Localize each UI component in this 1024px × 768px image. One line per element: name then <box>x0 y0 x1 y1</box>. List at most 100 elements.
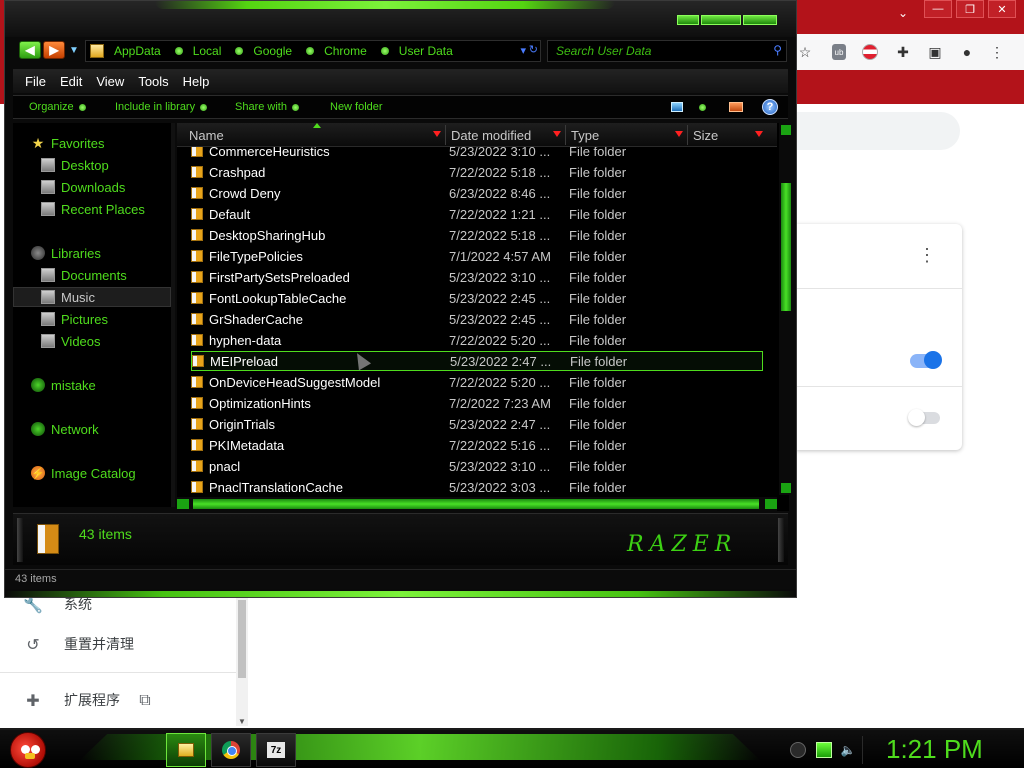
table-row[interactable]: Crowd Deny 6/23/2022 8:46 ... File folder <box>191 183 763 203</box>
pane-splitter[interactable] <box>171 123 175 507</box>
column-filter-arrow-icon[interactable] <box>553 131 561 137</box>
column-separator[interactable] <box>445 125 446 145</box>
breadcrumb-user-data[interactable]: User Data <box>399 44 453 58</box>
table-row[interactable]: Crashpad 7/22/2022 5:18 ... File folder <box>191 162 763 182</box>
sidebar-item-reset[interactable]: ↺ 重置并清理 <box>22 632 134 656</box>
column-header-date[interactable]: Date modified <box>451 128 531 143</box>
maximize-button[interactable] <box>701 15 741 25</box>
flag-extension-icon[interactable] <box>862 44 878 60</box>
breadcrumb-separator-icon[interactable] <box>174 47 183 55</box>
change-view-icon[interactable] <box>671 102 683 112</box>
breadcrumb-chrome[interactable]: Chrome <box>324 44 367 58</box>
bookmark-star-icon[interactable]: ☆ <box>796 43 814 61</box>
settings-search-bar[interactable] <box>796 112 960 150</box>
table-row[interactable]: OptimizationHints 7/2/2022 7:23 AM File fo… <box>191 393 763 413</box>
extensions-puzzle-icon[interactable]: ✚ <box>894 43 912 61</box>
menu-view[interactable]: View <box>96 74 124 89</box>
sidebar-scrollbar[interactable]: ▼ <box>236 598 248 726</box>
ublock-extension-icon[interactable]: ub <box>832 44 846 60</box>
table-row[interactable]: hyphen-data 7/22/2022 5:20 ... File folder <box>191 330 763 350</box>
breadcrumb-local[interactable]: Local <box>193 44 222 58</box>
scroll-down-arrow-icon[interactable]: ▼ <box>238 717 246 726</box>
column-filter-arrow-icon[interactable] <box>755 131 763 137</box>
menu-edit[interactable]: Edit <box>60 74 82 89</box>
volume-icon[interactable]: 🔈 <box>840 742 856 758</box>
column-header-size[interactable]: Size <box>693 128 718 143</box>
preview-pane-icon[interactable] <box>729 102 743 112</box>
scroll-up-arrow-icon[interactable] <box>781 125 791 135</box>
back-button[interactable]: ◀ <box>19 41 41 59</box>
nav-network[interactable]: Network <box>31 419 99 439</box>
recent-locations-chevron-icon[interactable]: ▼ <box>69 45 79 56</box>
table-row[interactable]: DesktopSharingHub 7/22/2022 5:18 ... File … <box>191 225 763 245</box>
address-bar[interactable]: AppData Local Google Chrome User Data ▾ … <box>85 40 541 62</box>
address-dropdown-icon[interactable]: ▾ <box>520 44 526 57</box>
breadcrumb-google[interactable]: Google <box>253 44 292 58</box>
nav-music[interactable]: Music <box>13 287 171 307</box>
breadcrumb-separator-icon[interactable] <box>235 47 244 55</box>
table-row[interactable]: PnaclTranslationCache 5/23/2022 3:03 ... F… <box>191 477 763 495</box>
taskbar-explorer[interactable] <box>166 733 206 767</box>
search-icon[interactable]: ⚲ <box>773 43 782 57</box>
column-header-name[interactable]: Name <box>189 128 224 143</box>
new-folder-button[interactable]: New folder <box>330 101 383 113</box>
table-row[interactable]: PKIMetadata 7/22/2022 5:16 ... File folder <box>191 435 763 455</box>
close-button[interactable]: ✕ <box>988 0 1016 18</box>
close-button[interactable] <box>743 15 777 25</box>
nav-mistake[interactable]: mistake <box>31 375 96 395</box>
explorer-titlebar[interactable] <box>5 1 796 37</box>
taskbar-chrome[interactable] <box>211 733 251 767</box>
include-in-library-button[interactable]: Include in library <box>115 101 208 113</box>
table-row[interactable]: FontLookupTableCache 5/23/2022 2:45 ... Fi… <box>191 288 763 308</box>
nav-desktop[interactable]: Desktop <box>41 155 109 175</box>
table-row[interactable]: FileTypePolicies 7/1/2022 4:57 AM File fol… <box>191 246 763 266</box>
column-header-type[interactable]: Type <box>571 128 599 143</box>
network-tray-icon[interactable] <box>816 742 832 758</box>
table-row[interactable]: OnDeviceHeadSuggestModel 7/22/2022 5:20 .… <box>191 372 763 392</box>
table-row[interactable]: pnacl 5/23/2022 3:10 ... File folder <box>191 456 763 476</box>
table-row[interactable]: CommerceHeuristics 5/23/2022 3:10 ... File… <box>191 147 763 161</box>
breadcrumb-separator-icon[interactable] <box>380 47 389 55</box>
minimize-button[interactable]: — <box>924 0 952 18</box>
breadcrumb-separator-icon[interactable] <box>306 47 315 55</box>
view-options-dot-icon[interactable] <box>699 104 706 111</box>
help-icon[interactable]: ? <box>762 99 778 115</box>
column-filter-arrow-icon[interactable] <box>675 131 683 137</box>
tab-search-chevron-icon[interactable]: ⌄ <box>898 6 908 20</box>
profile-avatar-icon[interactable]: ● <box>958 43 976 61</box>
scroll-left-arrow-icon[interactable] <box>177 499 189 509</box>
scroll-down-arrow-icon[interactable] <box>781 483 791 493</box>
menu-file[interactable]: File <box>25 74 46 89</box>
share-with-button[interactable]: Share with <box>235 101 299 113</box>
chrome-menu-icon[interactable]: ⋮ <box>988 43 1006 61</box>
vertical-scrollbar[interactable] <box>779 123 793 495</box>
more-options-icon[interactable]: ⋮ <box>918 246 936 264</box>
action-center-icon[interactable] <box>790 742 806 758</box>
nav-pictures[interactable]: Pictures <box>41 309 108 329</box>
menu-help[interactable]: Help <box>183 74 210 89</box>
menu-tools[interactable]: Tools <box>138 74 168 89</box>
nav-image-catalog[interactable]: ⚡ Image Catalog <box>31 463 136 483</box>
nav-documents[interactable]: Documents <box>41 265 127 285</box>
table-row[interactable]: OriginTrials 5/23/2022 2:47 ... File folde… <box>191 414 763 434</box>
table-row[interactable]: GrShaderCache 5/23/2022 2:45 ... File fold… <box>191 309 763 329</box>
nav-videos[interactable]: Videos <box>41 331 101 351</box>
column-separator[interactable] <box>565 125 566 145</box>
scrollbar-thumb[interactable] <box>238 600 246 678</box>
breadcrumb-appdata[interactable]: AppData <box>114 44 161 58</box>
scrollbar-thumb[interactable] <box>781 183 791 311</box>
organize-button[interactable]: Organize <box>29 101 86 113</box>
search-input[interactable] <box>556 43 768 59</box>
nav-libraries[interactable]: Libraries <box>31 243 101 263</box>
taskbar-7zip[interactable]: 7z <box>256 733 296 767</box>
clock[interactable]: 1:21 PM <box>886 734 983 765</box>
nav-favorites[interactable]: ★ Favorites <box>31 133 105 153</box>
start-button[interactable] <box>10 732 46 768</box>
restore-button[interactable]: ❐ <box>956 0 984 18</box>
horizontal-scrollbar[interactable] <box>177 497 777 511</box>
search-box[interactable]: ⚲ <box>547 40 787 62</box>
side-panel-icon[interactable]: ▣ <box>926 43 944 61</box>
sidebar-item-extensions[interactable]: ✚ 扩展程序 ⧉ <box>22 688 156 712</box>
scrollbar-thumb[interactable] <box>193 499 759 509</box>
nav-downloads[interactable]: Downloads <box>41 177 125 197</box>
